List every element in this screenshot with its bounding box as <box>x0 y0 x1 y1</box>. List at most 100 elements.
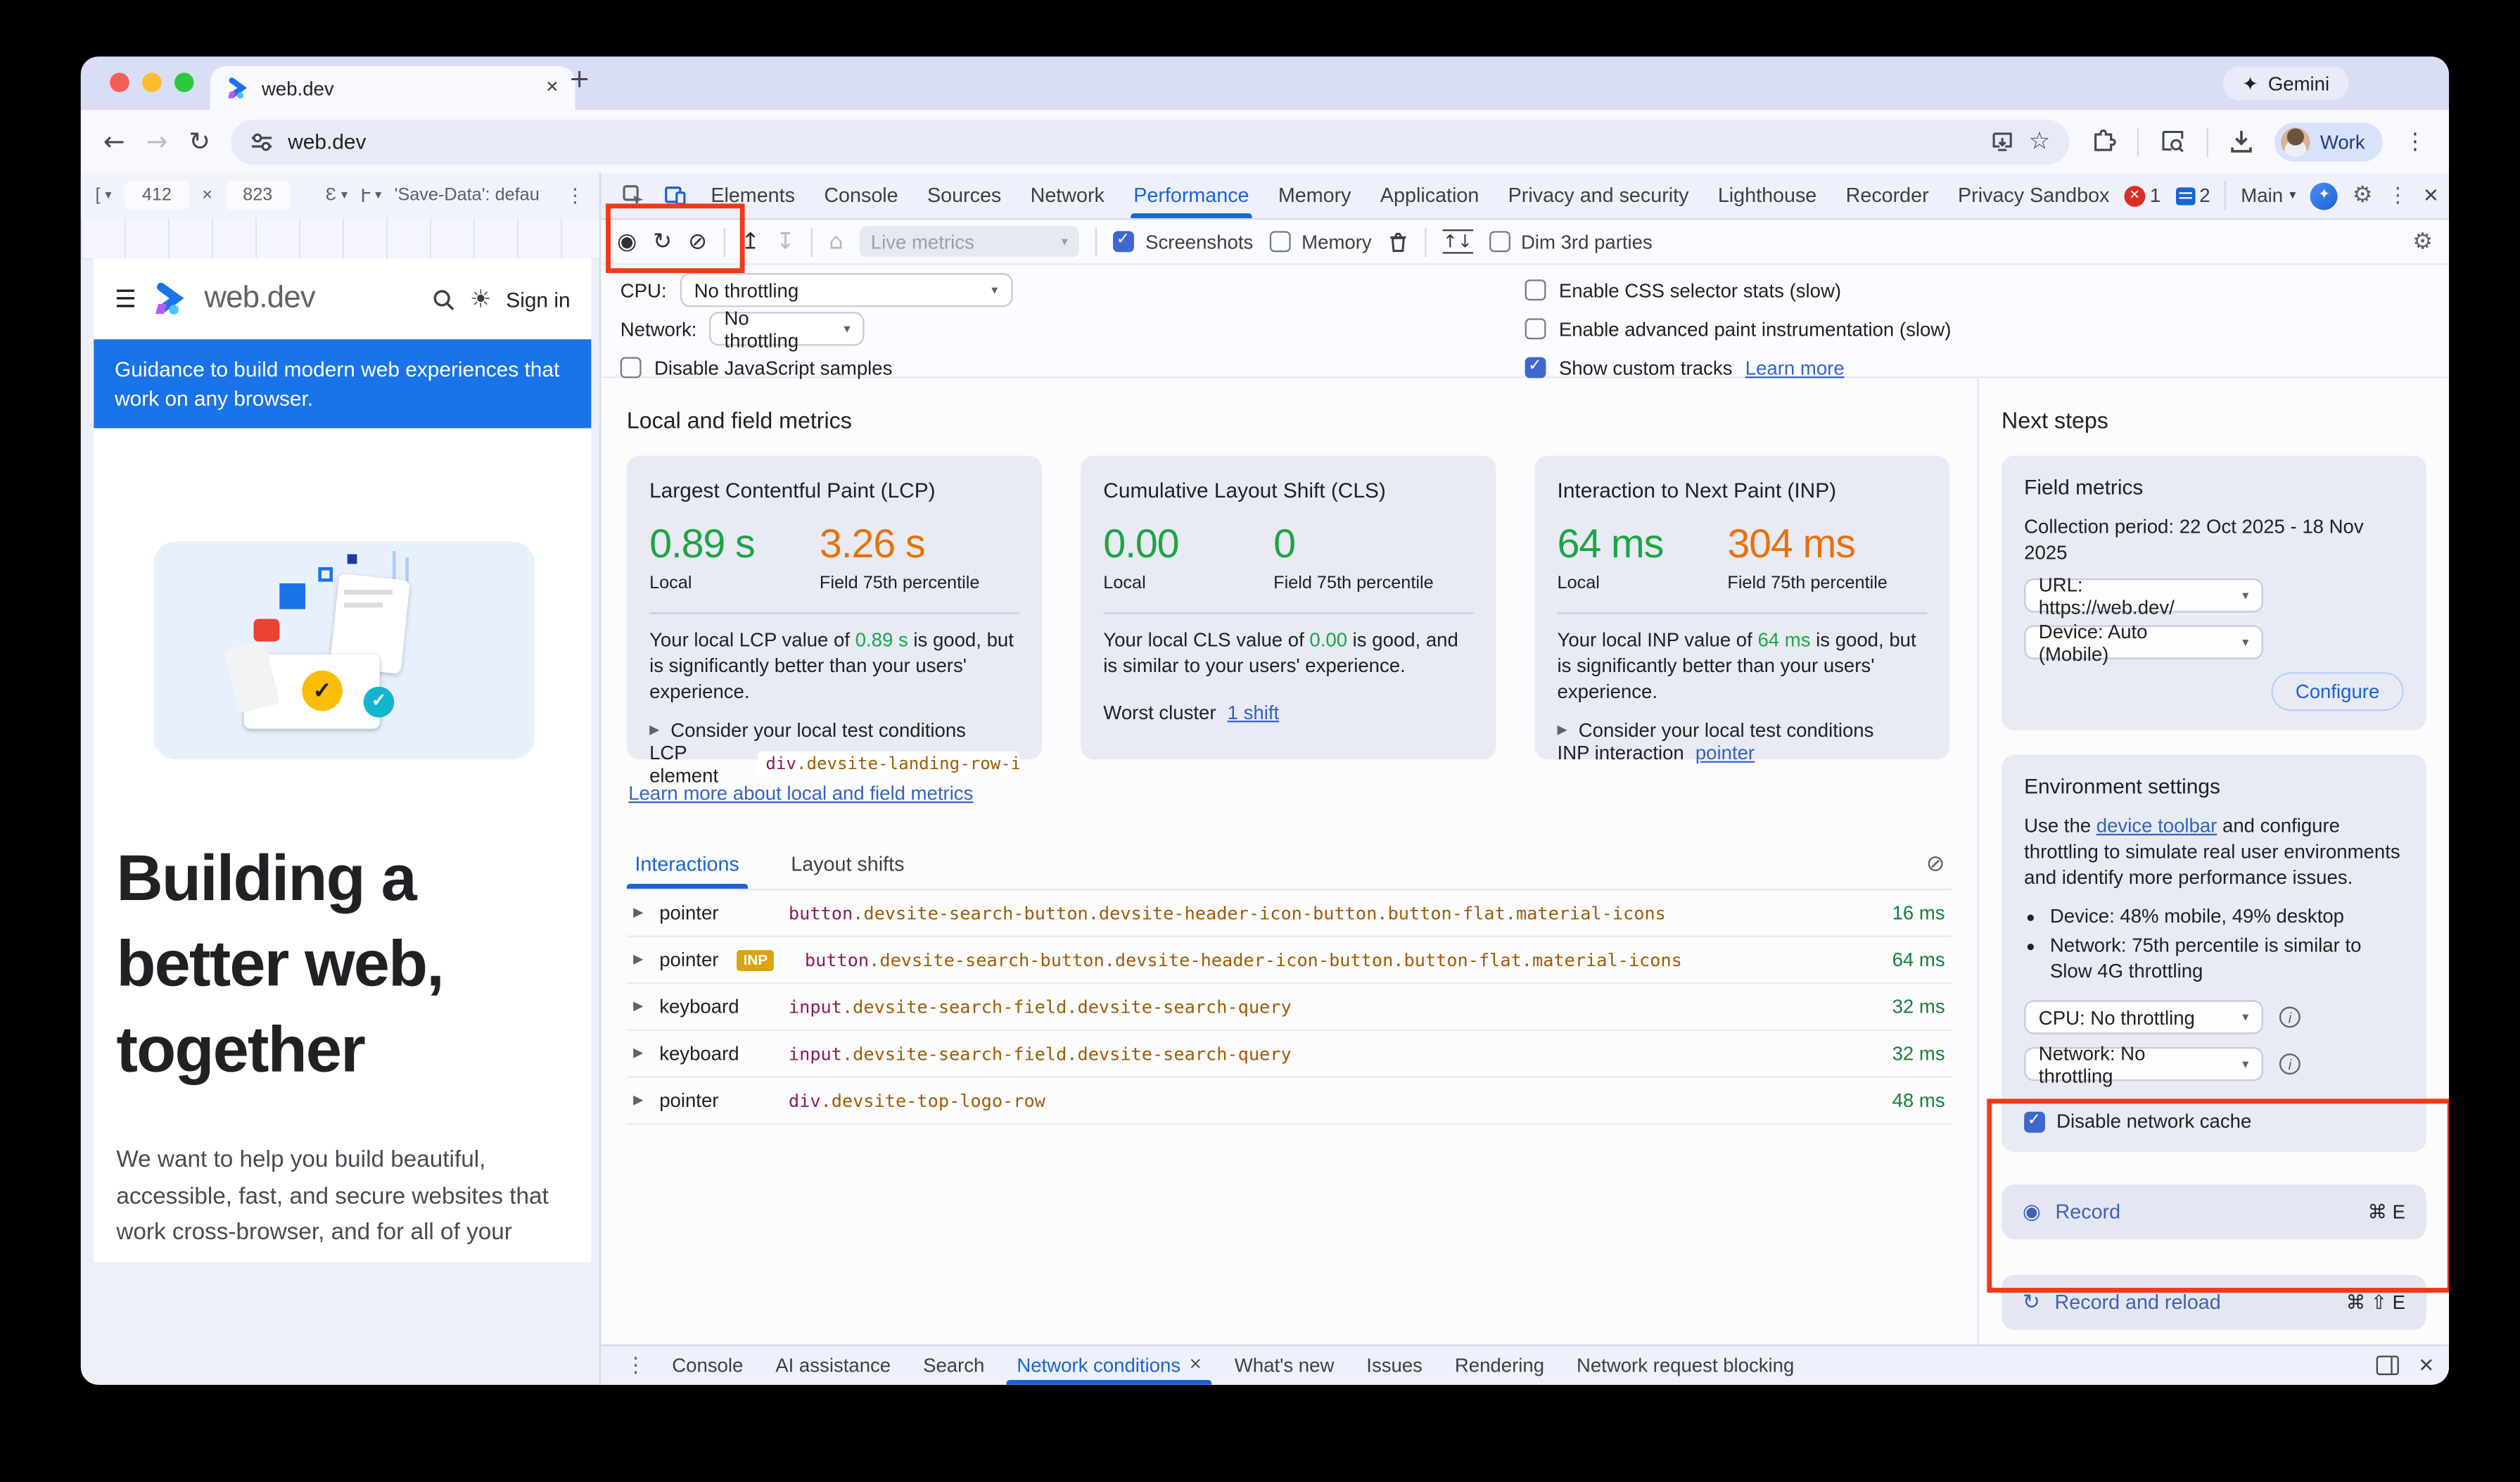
css-selector-stats-checkbox[interactable]: Enable CSS selector stats (slow) <box>1525 273 2430 307</box>
tab-sources[interactable]: Sources <box>912 173 1016 218</box>
page-search-icon[interactable] <box>2161 129 2187 153</box>
home-icon[interactable]: ⌂ <box>829 230 843 253</box>
info-icon[interactable]: i <box>2279 1007 2301 1028</box>
extensions-icon[interactable] <box>2091 129 2117 155</box>
traffic-light-close[interactable] <box>110 72 129 92</box>
save-profile-icon[interactable]: ↧ <box>776 230 795 253</box>
expander-icon[interactable]: ▶ <box>633 954 643 966</box>
layout-shifts-tab[interactable]: Layout shifts <box>783 840 912 889</box>
isolate-icon[interactable]: ↑↓ <box>1443 229 1472 253</box>
traffic-light-minimize[interactable] <box>142 72 162 92</box>
drawer-tab-console[interactable]: Console <box>656 1346 759 1385</box>
profile-chip[interactable]: Work <box>2275 122 2383 160</box>
consider-foldout[interactable]: ▶ Consider your local test conditions <box>649 719 1019 742</box>
expander-icon[interactable]: ▶ <box>633 1047 643 1060</box>
device-toolbar-menu[interactable]: ⋮ <box>566 186 585 205</box>
tab-console[interactable]: Console <box>810 173 913 218</box>
tab-close-icon[interactable]: ✕ <box>545 80 559 96</box>
expander-icon[interactable]: ▶ <box>633 906 643 919</box>
drawer-tab-whats-new[interactable]: What's new <box>1218 1346 1350 1385</box>
tab-recorder[interactable]: Recorder <box>1831 173 1943 218</box>
throttle-select[interactable]: Ւ▾ <box>360 185 381 206</box>
device-height-input[interactable]: 823 <box>225 181 290 210</box>
lcp-element-chip[interactable]: div.devsite-landing-row-ite… <box>758 752 1019 778</box>
drawer-panel-icon[interactable] <box>2376 1356 2399 1376</box>
worst-cluster-link[interactable]: 1 shift <box>1228 702 1280 724</box>
tab-privacy-security[interactable]: Privacy and security <box>1494 173 1703 218</box>
message-badge[interactable]: 2 <box>2175 184 2210 207</box>
env-cpu-select[interactable]: CPU: No throttling ▾ <box>2024 1000 2263 1034</box>
env-network-select[interactable]: Network: No throttling ▾ <box>2024 1047 2263 1081</box>
custom-tracks-checkbox[interactable] <box>1525 357 1546 378</box>
back-button[interactable]: ← <box>103 129 125 155</box>
consider-foldout[interactable]: ▶ Consider your local test conditions <box>1558 719 1928 742</box>
tab-privacy-sandbox[interactable]: Privacy Sandbox <box>1943 173 2124 218</box>
theme-toggle-icon[interactable]: ☀ <box>470 287 492 311</box>
new-tab-button[interactable]: + <box>568 66 590 92</box>
learn-metrics-link[interactable]: Learn more about local and field metrics <box>628 782 973 804</box>
expander-icon[interactable]: ▶ <box>633 1000 643 1013</box>
devtools-menu-button[interactable]: ⋮ <box>2387 185 2408 206</box>
expander-icon[interactable]: ▶ <box>633 1094 643 1107</box>
hamburger-menu-icon[interactable]: ☰ <box>115 287 136 311</box>
live-metrics-select[interactable]: Live metrics ▾ <box>860 226 1079 257</box>
device-toolbar-link[interactable]: device toolbar <box>2096 814 2217 837</box>
site-brand[interactable]: web.dev <box>204 281 315 317</box>
field-url-select[interactable]: URL: https://web.dev/ ▾ <box>2024 578 2263 612</box>
address-bar[interactable]: web.dev ☆ <box>231 119 2070 164</box>
tab-lighthouse[interactable]: Lighthouse <box>1703 173 1831 218</box>
target-select[interactable]: Main▾ <box>2241 184 2296 207</box>
error-badge[interactable]: ✕1 <box>2124 184 2161 207</box>
tab-network[interactable]: Network <box>1016 173 1119 218</box>
interaction-row[interactable]: ▶ pointer div.devsite-top-logo-row 48 ms <box>627 1078 1952 1125</box>
reload-button[interactable]: ↻ <box>189 129 210 155</box>
device-width-input[interactable]: 412 <box>125 181 189 210</box>
search-icon[interactable] <box>431 287 455 311</box>
interaction-row[interactable]: ▶ pointer button.devsite-search-button.d… <box>627 890 1952 937</box>
configure-button[interactable]: Configure <box>2271 672 2403 711</box>
tab-application[interactable]: Application <box>1366 173 1494 218</box>
tab-memory[interactable]: Memory <box>1264 173 1366 218</box>
drawer-tab-issues[interactable]: Issues <box>1350 1346 1439 1385</box>
dimensions-select[interactable]: [▾ <box>95 186 111 205</box>
interaction-row[interactable]: ▶ keyboard input.devsite-search-field.de… <box>627 1031 1952 1078</box>
learn-more-link[interactable]: Learn more <box>1745 356 1845 379</box>
paint-instrumentation-checkbox[interactable]: Enable advanced paint instrumentation (s… <box>1525 312 2430 346</box>
bookmark-star-icon[interactable]: ☆ <box>2028 129 2050 153</box>
traffic-light-maximize[interactable] <box>174 72 194 92</box>
zoom-select[interactable]: Ɛ▾ <box>326 186 348 205</box>
downloads-icon[interactable] <box>2229 129 2253 153</box>
network-select[interactable]: No throttling ▾ <box>710 312 865 346</box>
settings-gear-icon[interactable]: ⚙ <box>2353 184 2373 207</box>
drawer-tab-ai-assistance[interactable]: AI assistance <box>759 1346 907 1385</box>
memory-checkbox[interactable]: Memory <box>1269 230 1371 253</box>
drawer-tab-network-conditions[interactable]: Network conditions× <box>1000 1346 1218 1385</box>
drawer-tab-rendering[interactable]: Rendering <box>1439 1346 1560 1385</box>
gemini-button[interactable]: ✦ Gemini <box>2222 66 2348 100</box>
interactions-tab[interactable]: Interactions <box>627 840 747 889</box>
drawer-tab-network-request-blocking[interactable]: Network request blocking <box>1560 1346 1810 1385</box>
forward-button[interactable]: → <box>146 129 168 155</box>
panel-settings-gear-icon[interactable]: ⚙ <box>2412 230 2433 253</box>
info-icon[interactable]: i <box>2279 1053 2301 1075</box>
cpu-select[interactable]: No throttling ▾ <box>680 273 1012 307</box>
drawer-menu-icon[interactable]: ⋮ <box>616 1355 656 1376</box>
devtools-close-button[interactable]: ✕ <box>2423 186 2439 205</box>
drawer-close-icon[interactable]: ✕ <box>2418 1356 2434 1376</box>
interaction-row[interactable]: ▶ pointer INP button.devsite-search-butt… <box>627 937 1952 984</box>
interaction-row[interactable]: ▶ keyboard input.devsite-search-field.de… <box>627 984 1952 1031</box>
drawer-tab-search[interactable]: Search <box>907 1346 1000 1385</box>
screenshots-checkbox[interactable]: Screenshots <box>1113 230 1253 253</box>
field-device-select[interactable]: Device: Auto (Mobile) ▾ <box>2024 626 2263 659</box>
browser-tab[interactable]: web.dev ✕ <box>210 66 575 110</box>
install-icon[interactable] <box>1990 130 2013 153</box>
browser-menu-button[interactable]: ⋮ <box>2404 130 2426 153</box>
ai-assistant-icon[interactable]: ✦ <box>2310 182 2338 209</box>
tab-performance[interactable]: Performance <box>1119 173 1264 218</box>
dim-3rd-parties-checkbox[interactable]: Dim 3rd parties <box>1489 230 1653 253</box>
clear-log-icon[interactable]: ⊘ <box>1926 853 1952 875</box>
garbage-collect-icon[interactable] <box>1388 230 1409 253</box>
sign-in-link[interactable]: Sign in <box>506 287 570 311</box>
event-type: keyboard <box>659 1042 737 1065</box>
inp-interaction-link[interactable]: pointer <box>1695 742 1755 764</box>
